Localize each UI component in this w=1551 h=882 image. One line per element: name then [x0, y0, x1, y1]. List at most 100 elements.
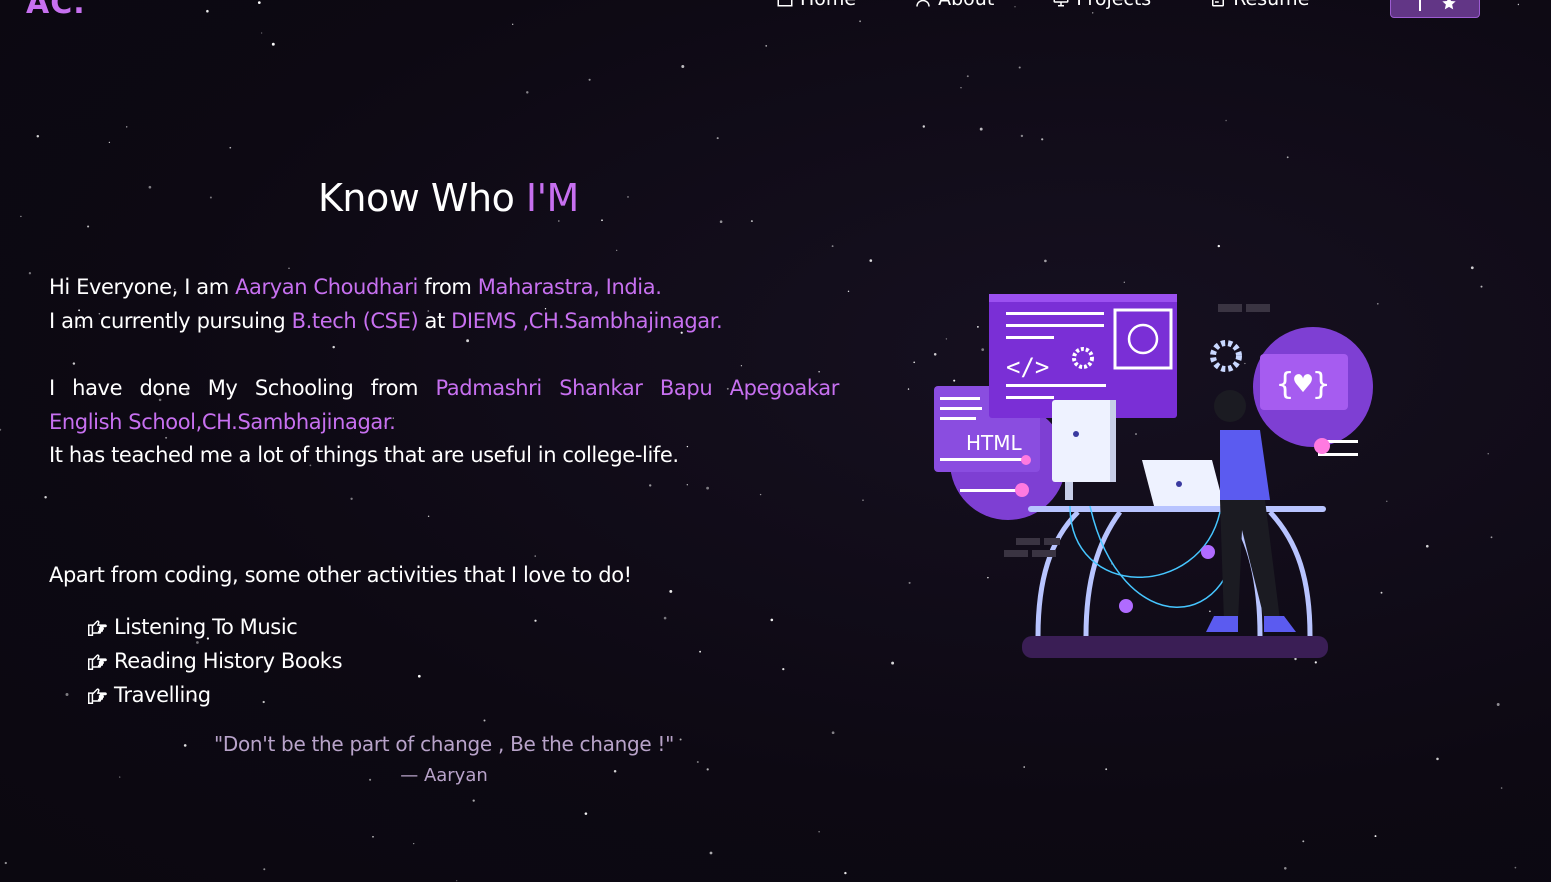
star-dot [907, 388, 910, 390]
nav-home-label: Home [800, 0, 856, 10]
intro-college: DIEMS ,CH.Sambhajinagar. [451, 308, 723, 333]
star-dot [831, 245, 834, 248]
intro-name: Aaryan Choudhari [235, 275, 418, 299]
star-dot [966, 75, 969, 78]
star-dot [1041, 138, 1044, 141]
star-dot [1091, 12, 1094, 14]
star-dot [1480, 285, 1483, 288]
nav-resume-label: Resume [1233, 0, 1309, 10]
star-dot [72, 362, 76, 365]
star-dot [44, 495, 47, 499]
star-dot [36, 134, 40, 138]
home-icon [777, 0, 793, 7]
projects-icon [1053, 0, 1069, 7]
star-dot [1302, 840, 1305, 843]
code-icon: </> [1006, 353, 1049, 381]
nav-projects[interactable]: Projects [1052, 0, 1151, 10]
star-dot [1020, 134, 1024, 138]
user-icon [916, 0, 930, 7]
star-dot [1496, 703, 1500, 706]
star-dot [271, 42, 275, 46]
star-dot [750, 220, 753, 223]
star-dot [427, 515, 430, 518]
star-dot [719, 220, 723, 223]
star-dot [229, 146, 232, 149]
star-dot [1374, 835, 1377, 838]
hand-pointing-icon [88, 654, 107, 670]
laptop [1142, 460, 1224, 506]
nav-resume[interactable]: Resume [1209, 0, 1309, 10]
star-dot [1286, 156, 1289, 159]
logo[interactable]: AC. [26, 0, 86, 21]
star-dot [372, 835, 374, 838]
star-dot [413, 842, 415, 845]
quote-text: "Don't be the part of change , Be the ch… [213, 732, 675, 756]
star-dot [512, 23, 514, 25]
star-dot [526, 91, 529, 94]
star-dot [483, 719, 486, 722]
star-dot [557, 220, 560, 222]
star-dot [456, 880, 458, 882]
list-item: Reading History Books [86, 644, 343, 678]
star-dot [206, 9, 209, 13]
star-dot [859, 20, 861, 23]
star-dot [869, 259, 873, 262]
star-dot [663, 616, 667, 620]
star-dot [1225, 119, 1227, 122]
gear-icon [1210, 340, 1242, 372]
intro-place: Maharastra, India. [477, 275, 662, 299]
desk [1028, 506, 1326, 512]
activities-intro: Apart from coding, some other activities… [49, 563, 632, 587]
about-heading: Know Who I'M [318, 176, 579, 220]
activities-list: Listening To Music Reading History Books… [86, 610, 343, 712]
hand-pointing-icon [88, 688, 107, 704]
schooling-paragraph: I have done My Schooling from Padmashri … [49, 372, 839, 473]
star-dot [0, 428, 2, 431]
star-dot [706, 486, 710, 490]
desk-base [1022, 636, 1328, 658]
star-dot [108, 141, 111, 144]
star-dot [844, 871, 847, 875]
star-dot [4, 861, 7, 865]
star-dot [960, 87, 962, 89]
star-dot [87, 225, 90, 228]
nav-home[interactable]: Home [776, 0, 856, 10]
schooling-line-1: I have done My Schooling from Padmashri … [49, 372, 839, 406]
star-dot [1018, 66, 1021, 69]
star-dot [913, 361, 916, 364]
star-dot [350, 497, 353, 500]
star-dot [1500, 787, 1503, 789]
star-dot [28, 272, 32, 275]
star-dot [260, 32, 263, 34]
star-dot [534, 555, 536, 557]
star-dot [862, 499, 864, 501]
star-dot [472, 799, 475, 802]
star-dot [686, 484, 688, 486]
star-dot [740, 365, 743, 367]
star-dot [417, 674, 421, 678]
page: { "brand": { "logo": "AC." }, "nav": { "… [0, 0, 1551, 882]
star-dot [782, 667, 785, 671]
intro-text-4: at [418, 308, 452, 333]
intro-paragraph: Hi Everyone, I am Aaryan Choudhari from … [49, 271, 839, 338]
star-dot [847, 290, 850, 293]
star-dot [922, 125, 926, 128]
star-dot [209, 196, 212, 199]
activity-label: Travelling [114, 683, 211, 707]
star-dot [65, 693, 69, 696]
intro-degree: B.tech (CSE) [291, 308, 419, 333]
star-dot [1436, 757, 1439, 761]
star-dot [1514, 866, 1517, 869]
document-icon [1212, 0, 1225, 7]
star-dot [584, 812, 588, 815]
star-icon [1442, 0, 1456, 10]
star-dot [125, 126, 128, 128]
github-fork-button[interactable] [1390, 0, 1480, 18]
intro-text-1: Hi Everyone, I am [49, 275, 236, 299]
schooling-text-1: I have done My Schooling from [49, 376, 436, 400]
star-dot [1105, 768, 1108, 771]
star-dot [1284, 867, 1287, 870]
star-dot [332, 345, 335, 349]
navbar: Home About Projects Resume [776, 0, 1367, 10]
nav-about[interactable]: About [914, 0, 994, 10]
